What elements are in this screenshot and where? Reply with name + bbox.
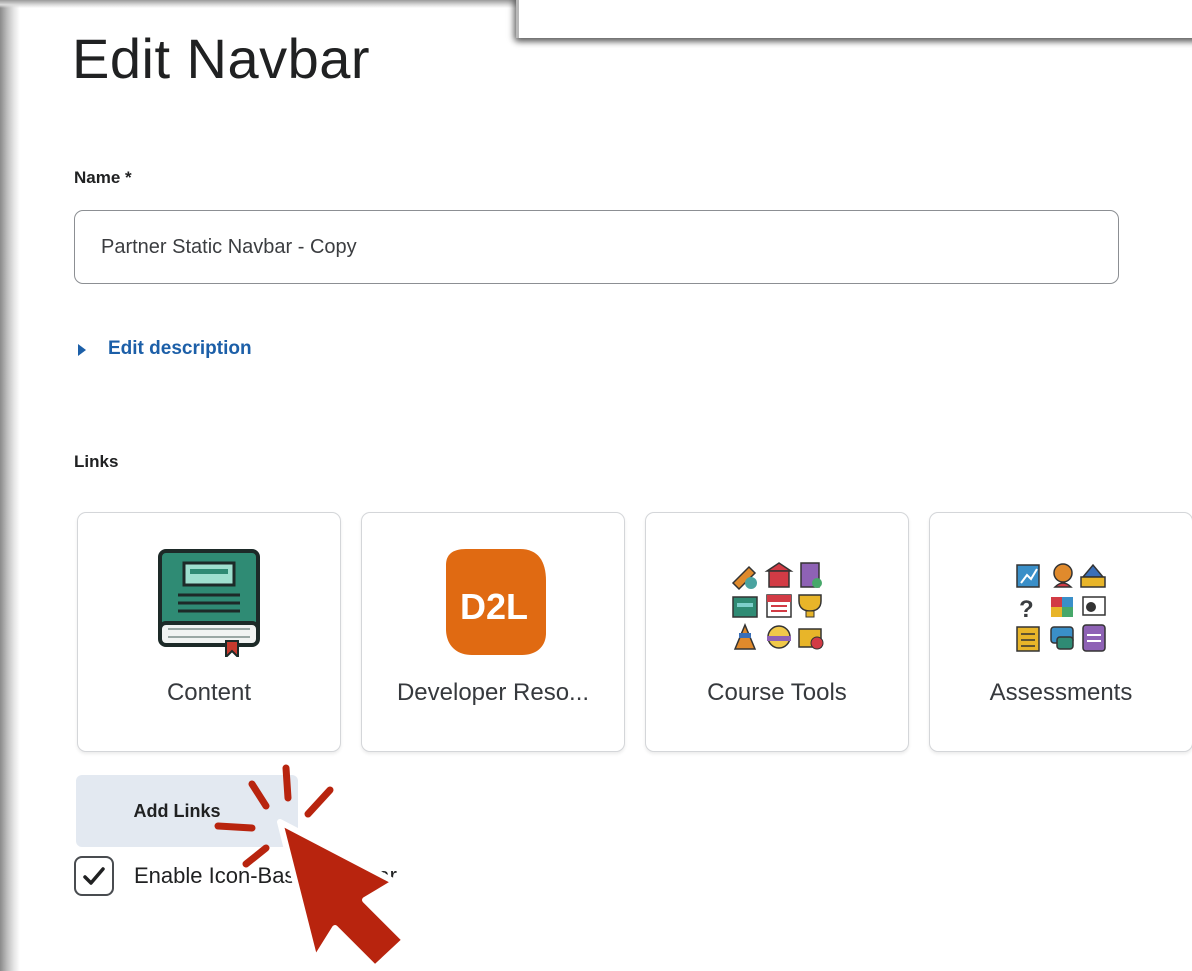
tile-label: Content (166, 679, 252, 706)
checkmark-icon (83, 867, 105, 885)
screenshot-frame-edge (0, 0, 20, 971)
svg-text:?: ? (1019, 596, 1034, 623)
name-input[interactable]: Partner Static Navbar - Copy (74, 210, 1119, 284)
assessments-grid-icon: ? (1011, 557, 1111, 662)
tile-label: Assessments (989, 679, 1133, 706)
book-icon (154, 547, 264, 662)
overlapping-window-panel (516, 0, 1192, 38)
tile-label: Course Tools (707, 679, 847, 706)
link-tile-assessments[interactable]: ? Assessments (929, 512, 1192, 752)
edit-description-toggle[interactable]: Edit description (78, 338, 252, 360)
link-tile-developer-resources[interactable]: D2L Developer Reso... (361, 512, 625, 752)
d2l-logo-text: D2L (460, 586, 528, 627)
page-title: Edit Navbar (72, 27, 371, 90)
link-tile-course-tools[interactable]: Course Tools (645, 512, 909, 752)
edit-description-label: Edit description (108, 338, 252, 359)
name-input-value: Partner Static Navbar - Copy (101, 235, 357, 258)
links-label: Links (74, 452, 119, 471)
d2l-logo-icon: D2L (438, 547, 548, 662)
tools-grid-icon (727, 557, 827, 662)
name-field-label: Name * (74, 168, 132, 187)
caret-right-icon (78, 344, 86, 356)
click-cursor-icon (200, 760, 430, 971)
tile-label: Developer Reso... (396, 679, 590, 706)
link-tile-content[interactable]: Content (77, 512, 341, 752)
enable-icon-navbar-checkbox[interactable] (74, 856, 114, 896)
